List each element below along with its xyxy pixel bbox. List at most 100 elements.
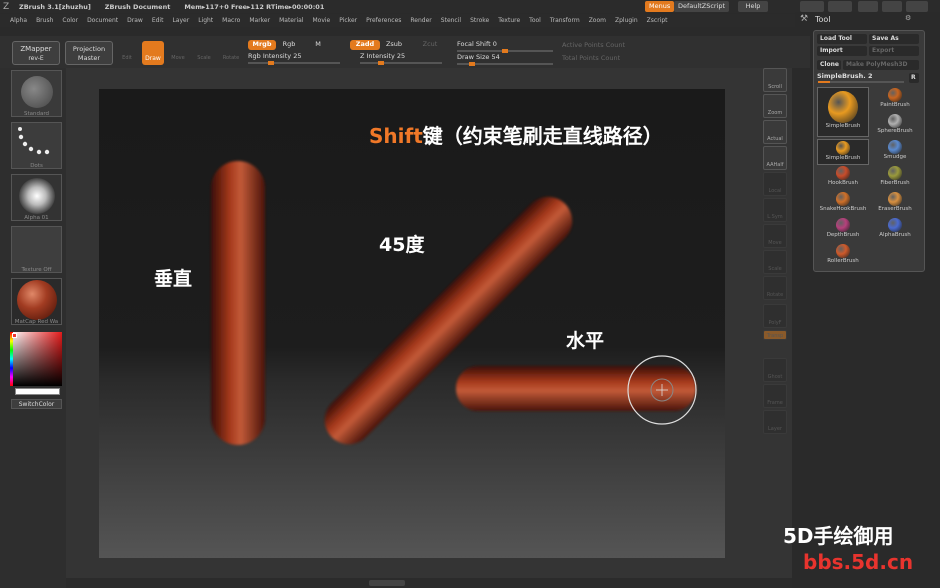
draw-size-slider[interactable]: Draw Size 54	[457, 53, 553, 66]
clone-button[interactable]: Clone	[817, 60, 841, 70]
menu-zplugin[interactable]: Zplugin	[615, 17, 638, 24]
menu-render[interactable]: Render	[410, 17, 431, 24]
menu-stroke[interactable]: Stroke	[470, 17, 489, 24]
z-intensity-track[interactable]	[360, 61, 442, 65]
mrgb-button[interactable]: Mrgb	[248, 40, 276, 50]
rgb-intensity-knob[interactable]	[268, 61, 275, 65]
focal-shift-track[interactable]	[457, 49, 553, 53]
menu-material[interactable]: Material	[279, 17, 303, 24]
menu-stencil[interactable]: Stencil	[441, 17, 461, 24]
shelf-ghost-button[interactable]: Ghost	[763, 358, 787, 382]
export-button[interactable]: Export	[869, 46, 919, 56]
m-button[interactable]: M	[313, 40, 323, 50]
zsub-button[interactable]: Zsub	[384, 40, 404, 50]
scroll-handle[interactable]	[369, 580, 405, 586]
shelf-frame-button[interactable]: Frame	[763, 384, 787, 408]
brush-smudge-4[interactable]: Smudge	[869, 139, 921, 165]
window-control-3[interactable]	[858, 1, 878, 12]
shelf-scale-button[interactable]: Scale	[763, 250, 787, 274]
move-button[interactable]: Move	[168, 42, 188, 64]
tool-slider-track[interactable]	[818, 81, 904, 83]
z-intensity-knob[interactable]	[378, 61, 385, 65]
shelf-scroll-button[interactable]: Scroll	[763, 68, 787, 92]
shelf-aahalf-button[interactable]: AAHalf	[763, 146, 787, 170]
z-intensity-slider[interactable]: Z Intensity 25	[360, 52, 442, 65]
close-window-button[interactable]	[906, 1, 928, 12]
projection-master-button[interactable]: Projection Master	[65, 41, 113, 65]
color-marker[interactable]	[12, 333, 17, 338]
shelf-polyf-button[interactable]: PolyF	[763, 304, 787, 328]
shelf-rotate-button[interactable]: Rotate	[763, 276, 787, 300]
shelf-actual-button[interactable]: Actual	[763, 120, 787, 144]
menu-draw[interactable]: Draw	[127, 17, 143, 24]
make-polymesh-button[interactable]: Make PolyMesh3D	[843, 60, 919, 70]
brush-eraserbrush-8[interactable]: EraserBrush	[869, 191, 921, 217]
focal-shift-slider[interactable]: Focal Shift 0	[457, 40, 553, 53]
draw-size-track[interactable]	[457, 62, 553, 66]
alpha-thumb[interactable]: Alpha 01	[11, 174, 62, 221]
brush-snakehookbrush-7[interactable]: SnakeHookBrush	[817, 191, 869, 217]
standard-brush-thumb[interactable]: Standard	[11, 70, 62, 117]
zbrush-logo-icon[interactable]: Z	[3, 1, 15, 13]
brush-rollerbrush-11[interactable]: RollerBrush	[817, 243, 869, 269]
color-picker[interactable]	[10, 332, 62, 386]
menu-color[interactable]: Color	[62, 17, 78, 24]
default-zscript-button[interactable]: DefaultZScript	[674, 1, 730, 12]
rgb-intensity-track[interactable]	[248, 61, 340, 65]
menu-document[interactable]: Document	[87, 17, 118, 24]
menu-layer[interactable]: Layer	[172, 17, 189, 24]
shelf-lsym-button[interactable]: L.Sym	[763, 198, 787, 222]
scale-button[interactable]: Scale	[194, 42, 214, 64]
dots-stroke-thumb[interactable]: Dots	[11, 122, 62, 169]
menu-light[interactable]: Light	[198, 17, 213, 24]
load-tool-button[interactable]: Load Tool	[817, 34, 867, 44]
brush-hookbrush-5[interactable]: HookBrush	[817, 165, 869, 191]
menu-edit[interactable]: Edit	[152, 17, 164, 24]
brush-depthbrush-9[interactable]: DepthBrush	[817, 217, 869, 243]
panel-options-icon[interactable]: ⚙	[905, 14, 911, 22]
menus-button[interactable]: Menus	[645, 1, 675, 12]
zcut-button[interactable]: Zcut	[420, 40, 440, 50]
shelf-transp-button[interactable]: Transp	[763, 330, 787, 340]
menu-movie[interactable]: Movie	[312, 17, 330, 24]
import-button[interactable]: Import	[817, 46, 867, 56]
switch-color-button[interactable]: SwitchColor	[11, 399, 62, 409]
menu-transform[interactable]: Transform	[550, 17, 580, 24]
brush-simplebrush-0[interactable]: SimpleBrush	[817, 87, 869, 137]
zadd-button[interactable]: Zadd	[350, 40, 380, 50]
brush-paintbrush-1[interactable]: PaintBrush	[869, 87, 921, 113]
document-canvas[interactable]: Shift键（约束笔刷走直线路径） 垂直 45度 水平	[99, 89, 725, 558]
rotate-button[interactable]: Rotate	[220, 42, 242, 64]
shelf-layer-button[interactable]: Layer	[763, 410, 787, 434]
brush-fiberbrush-6[interactable]: FiberBrush	[869, 165, 921, 191]
zmapper-button[interactable]: ZMapper rev-E	[12, 41, 60, 65]
material-thumb[interactable]: MatCap Red Wa	[11, 278, 62, 325]
rgb-intensity-slider[interactable]: Rgb Intensity 25	[248, 52, 340, 65]
hue-strip[interactable]	[10, 332, 13, 386]
window-control-1[interactable]	[800, 1, 824, 12]
texture-thumb[interactable]: Texture Off	[11, 226, 62, 273]
menu-brush[interactable]: Brush	[36, 17, 53, 24]
menu-zscript[interactable]: Zscript	[647, 17, 668, 24]
menu-alpha[interactable]: Alpha	[10, 17, 27, 24]
shelf-local-button[interactable]: Local	[763, 172, 787, 196]
menu-picker[interactable]: Picker	[339, 17, 357, 24]
window-control-4[interactable]	[882, 1, 902, 12]
save-as-button[interactable]: Save As	[869, 34, 919, 44]
menu-macro[interactable]: Macro	[222, 17, 240, 24]
brush-spherebrush-3[interactable]: SphereBrush	[869, 113, 921, 139]
draw-button[interactable]: Draw	[142, 41, 164, 65]
edit-button[interactable]: Edit	[118, 42, 136, 64]
secondary-color-swatch[interactable]	[15, 388, 60, 395]
r-button[interactable]: R	[909, 73, 919, 83]
brush-simplebrush-2[interactable]: SimpleBrush	[817, 139, 869, 165]
shelf-zoom-button[interactable]: Zoom	[763, 94, 787, 118]
help-button[interactable]: Help	[738, 1, 768, 12]
menu-texture[interactable]: Texture	[498, 17, 520, 24]
menu-zoom[interactable]: Zoom	[589, 17, 606, 24]
brush-alphabrush-10[interactable]: AlphaBrush	[869, 217, 921, 243]
rgb-button[interactable]: Rgb	[280, 40, 298, 50]
tool-panel-title[interactable]: Tool	[815, 15, 831, 24]
window-control-2[interactable]	[828, 1, 852, 12]
menu-preferences[interactable]: Preferences	[366, 17, 401, 24]
